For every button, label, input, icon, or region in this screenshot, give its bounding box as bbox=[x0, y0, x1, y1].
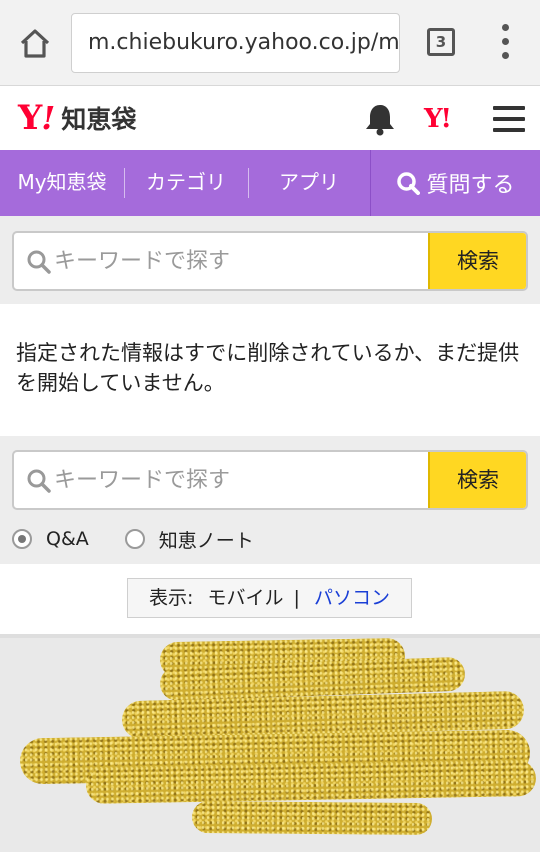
search-scope-options: Q&A 知恵ノート bbox=[12, 524, 254, 554]
display-separator: | bbox=[293, 587, 300, 609]
search-q-icon bbox=[397, 172, 421, 195]
search-input-bottom[interactable] bbox=[54, 460, 424, 500]
nav-category[interactable]: カテゴリ bbox=[124, 150, 248, 216]
search-box-top: 検索 bbox=[12, 231, 528, 291]
radio-chie-note[interactable] bbox=[124, 529, 145, 549]
search-button-top[interactable]: 検索 bbox=[428, 233, 526, 289]
search-button-bottom[interactable]: 検索 bbox=[428, 452, 526, 508]
home-icon[interactable] bbox=[18, 26, 52, 60]
search-icon bbox=[27, 250, 51, 274]
url-bar[interactable]: m.chiebukuro.yahoo.co.jp/m bbox=[71, 13, 400, 73]
search-band-top: 検索 bbox=[0, 216, 540, 304]
yahoo-japan-logo[interactable]: Y! bbox=[424, 104, 452, 134]
tabs-icon[interactable]: 3 bbox=[427, 28, 455, 56]
logo-y: Y bbox=[18, 98, 42, 138]
display-mode-switch: 表示: モバイル | パソコン bbox=[127, 578, 412, 618]
search-icon bbox=[27, 469, 51, 493]
yahoo-chiebukuro-logo[interactable]: Y ! 知恵袋 bbox=[18, 98, 137, 138]
logo-exclamation: ! bbox=[41, 99, 56, 137]
hamburger-menu-icon[interactable] bbox=[493, 106, 525, 132]
ask-question-label: 質問する bbox=[426, 173, 515, 198]
tab-count: 3 bbox=[435, 33, 447, 51]
redaction-scribble bbox=[191, 800, 433, 836]
redaction-scribble bbox=[85, 760, 537, 804]
bell-icon[interactable] bbox=[362, 102, 398, 136]
display-pc-link[interactable]: パソコン bbox=[314, 587, 390, 609]
error-message: 指定された情報はすでに削除されているか、まだ提供を開始していません。 bbox=[16, 341, 520, 395]
nav-app[interactable]: アプリ bbox=[248, 150, 370, 216]
footer-redacted bbox=[0, 634, 540, 852]
nav-my-chiebukuro[interactable]: My知恵袋 bbox=[0, 150, 124, 216]
radio-qa[interactable] bbox=[12, 529, 32, 549]
url-text: m.chiebukuro.yahoo.co.jp/m bbox=[88, 30, 400, 55]
display-prefix: 表示: bbox=[149, 587, 194, 609]
search-box-bottom: 検索 bbox=[12, 450, 528, 510]
radio-qa-label: Q&A bbox=[46, 528, 89, 550]
radio-chie-note-label: 知恵ノート bbox=[158, 529, 254, 552]
display-mobile: モバイル bbox=[207, 587, 284, 609]
site-header: Y ! 知恵袋 Y! bbox=[0, 86, 540, 150]
browser-toolbar: m.chiebukuro.yahoo.co.jp/m 3 bbox=[0, 0, 540, 86]
main-nav: My知恵袋 カテゴリ アプリ 質問する bbox=[0, 150, 540, 216]
ask-question-button[interactable]: 質問する bbox=[370, 150, 540, 216]
search-input-top[interactable] bbox=[54, 241, 424, 281]
brand-name: 知恵袋 bbox=[61, 105, 137, 134]
overflow-menu-icon[interactable] bbox=[495, 24, 515, 60]
